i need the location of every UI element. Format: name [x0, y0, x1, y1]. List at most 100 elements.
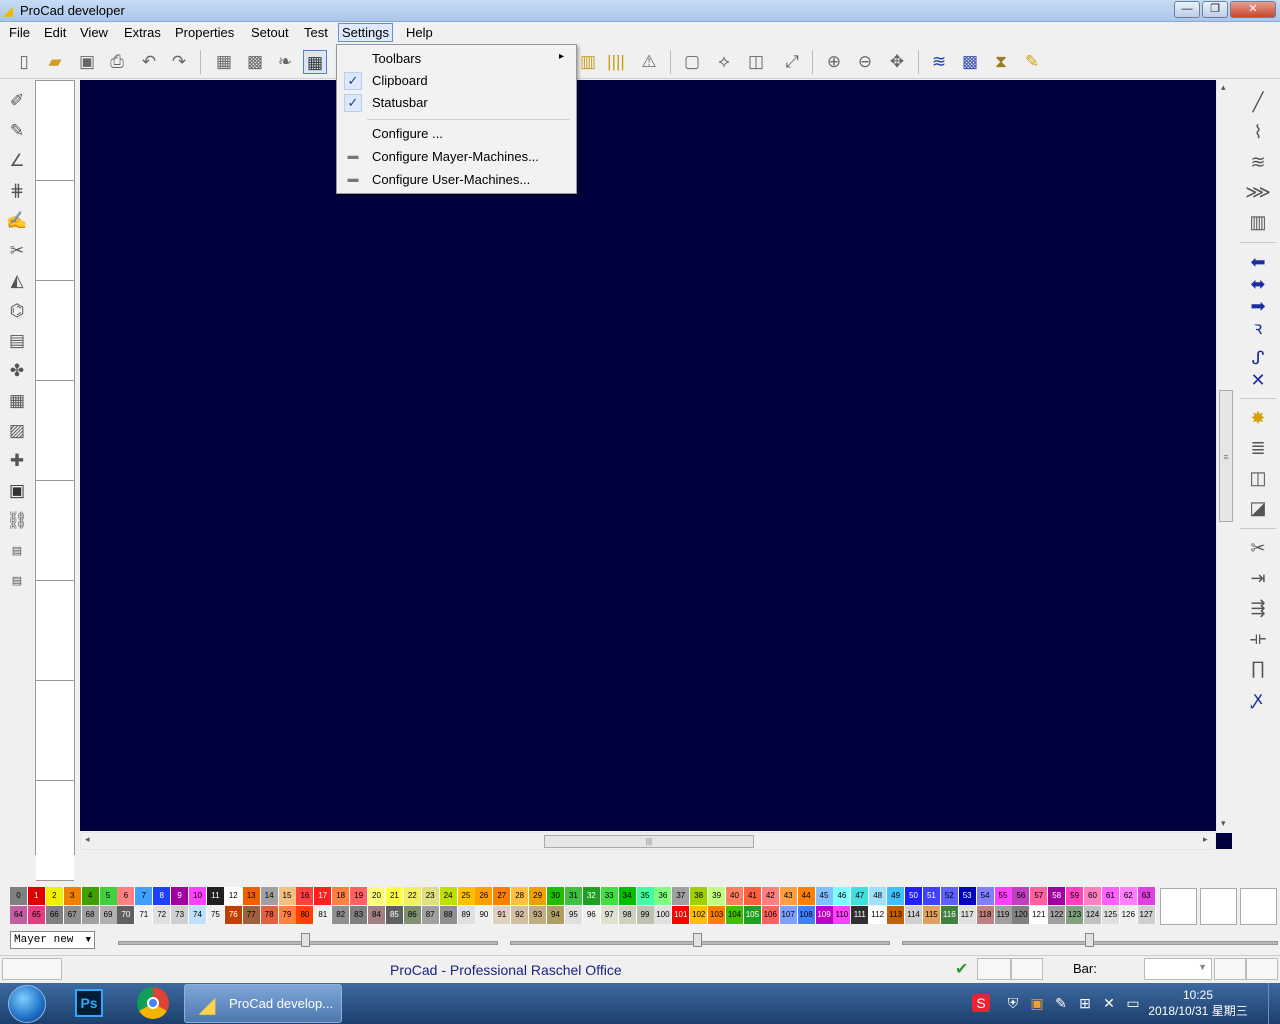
needle-icon[interactable]: ╱	[1244, 90, 1272, 114]
lapping-1-icon[interactable]: ⌇	[1244, 120, 1272, 144]
draw-fabric-icon[interactable]: ▦	[212, 50, 236, 74]
mirror-icon[interactable]: ⟛	[1244, 626, 1272, 650]
palette-color-3[interactable]: 3	[63, 887, 82, 905]
taskbar-procad-button[interactable]: ◢ ProCad develop...	[184, 984, 342, 1023]
save-icon[interactable]: ▣	[75, 50, 99, 74]
palette-color-51[interactable]: 51	[922, 887, 941, 905]
palette-color-30[interactable]: 30	[547, 887, 565, 905]
paint-tool-icon[interactable]: ✂	[4, 238, 30, 264]
palette-color-33[interactable]: 33	[600, 887, 619, 905]
menu-properties[interactable]: Properties	[172, 25, 237, 40]
lapping-3-icon[interactable]: ⋙	[1244, 180, 1272, 204]
arrow-both-icon[interactable]: ⬌	[1244, 272, 1272, 296]
lattice-tool-icon[interactable]: ⋕	[4, 178, 30, 204]
bar-select[interactable]: ▼	[1144, 958, 1212, 980]
menu-item-configure-user[interactable]: ▬ Configure User-Machines...	[339, 169, 574, 191]
palette-color-46[interactable]: 46	[833, 887, 852, 905]
repeat-icon[interactable]: ∏	[1244, 656, 1272, 680]
menu-extras[interactable]: Extras	[121, 25, 164, 40]
palette-color-62[interactable]: 62	[1119, 887, 1138, 905]
reverse-icon[interactable]: ꭙ	[1244, 686, 1272, 710]
vertical-scrollbar[interactable]: ▴ ≡ ▾	[1216, 80, 1234, 832]
palette-color-70[interactable]: 70	[117, 906, 136, 924]
palette-color-20[interactable]: 20	[368, 887, 386, 905]
palette-color-109[interactable]: 109	[815, 906, 834, 924]
palette-color-77[interactable]: 77	[242, 906, 261, 924]
grid-icon[interactable]: ▦	[303, 50, 327, 74]
cross-tool-icon[interactable]: ✚	[4, 448, 30, 474]
palette-color-75[interactable]: 75	[206, 906, 225, 924]
palette-color-74[interactable]: 74	[189, 906, 207, 924]
turn-icon[interactable]: ᔑ	[1244, 346, 1272, 370]
arrow-left-icon[interactable]: ⬅	[1244, 250, 1272, 274]
palette-color-7[interactable]: 7	[135, 887, 154, 905]
palette-color-108[interactable]: 108	[797, 906, 816, 924]
vertical-scroll-thumb[interactable]: ≡	[1219, 390, 1233, 522]
palette-color-67[interactable]: 67	[63, 906, 82, 924]
scroll-up-icon[interactable]: ▴	[1221, 82, 1226, 93]
palette-color-71[interactable]: 71	[135, 906, 154, 924]
yarn-icon[interactable]: ≋	[927, 50, 951, 74]
palette-color-63[interactable]: 63	[1137, 887, 1156, 905]
palette-color-91[interactable]: 91	[493, 906, 512, 924]
palette-color-64[interactable]: 64	[10, 906, 28, 924]
palette-color-80[interactable]: 80	[296, 906, 315, 924]
ime-icon[interactable]: S	[972, 994, 990, 1012]
chrome-icon[interactable]	[137, 987, 169, 1019]
palette-color-85[interactable]: 85	[385, 906, 404, 924]
block-tool-icon[interactable]: ▦	[4, 388, 30, 414]
palette-color-34[interactable]: 34	[618, 887, 637, 905]
chain-3-icon[interactable]: ◪	[1244, 496, 1272, 520]
palette-color-90[interactable]: 90	[475, 906, 494, 924]
palette-color-5[interactable]: 5	[99, 887, 118, 905]
palette-color-49[interactable]: 49	[887, 887, 906, 905]
mesh-tool-icon[interactable]: ▤	[4, 328, 30, 354]
palette-color-54[interactable]: 54	[976, 887, 995, 905]
palette-color-101[interactable]: 101	[672, 906, 691, 924]
frame-tool-icon[interactable]: ▣	[4, 478, 30, 504]
palette-color-43[interactable]: 43	[779, 887, 798, 905]
palette-color-89[interactable]: 89	[457, 906, 476, 924]
print-icon[interactable]: ⎙	[105, 50, 129, 74]
palette-color-17[interactable]: 17	[314, 887, 333, 905]
palette-color-32[interactable]: 32	[582, 887, 601, 905]
palette-color-84[interactable]: 84	[368, 906, 386, 924]
palette-color-24[interactable]: 24	[439, 887, 458, 905]
insert-1-icon[interactable]: ⇥	[1244, 566, 1272, 590]
crop-icon[interactable]: ◫	[744, 50, 768, 74]
palette-color-12[interactable]: 12	[224, 887, 243, 905]
pan-icon[interactable]: ✥	[885, 50, 909, 74]
palette-color-9[interactable]: 9	[171, 887, 190, 905]
select-shape-icon[interactable]: ⟡	[712, 50, 736, 74]
warning-icon[interactable]: ⚠	[637, 50, 661, 74]
palette-color-50[interactable]: 50	[905, 887, 923, 905]
select-rect-icon[interactable]: ▢	[680, 50, 704, 74]
palette-color-95[interactable]: 95	[564, 906, 583, 924]
layer-cell[interactable]	[36, 481, 74, 581]
line-tool-icon[interactable]: ∠	[4, 148, 30, 174]
fill-tool-icon[interactable]: ◭	[4, 268, 30, 294]
palette-color-57[interactable]: 57	[1030, 887, 1049, 905]
chain-tool-icon[interactable]: ⛓	[4, 508, 30, 534]
machine-select[interactable]: Mayer new ▼	[10, 931, 95, 949]
palette-color-11[interactable]: 11	[206, 887, 225, 905]
palette-color-106[interactable]: 106	[761, 906, 780, 924]
palette-color-6[interactable]: 6	[117, 887, 136, 905]
horizontal-scroll-thumb[interactable]: |||	[544, 835, 754, 848]
shield-icon[interactable]: ⛨	[1004, 994, 1022, 1012]
insert-2-icon[interactable]: ⇶	[1244, 596, 1272, 620]
palette-color-110[interactable]: 110	[833, 906, 852, 924]
palette-color-56[interactable]: 56	[1012, 887, 1031, 905]
pencil-tool-icon[interactable]: ✎	[4, 118, 30, 144]
barcode-icon[interactable]: ||||	[602, 50, 630, 74]
menu-view[interactable]: View	[77, 25, 111, 40]
palette-color-15[interactable]: 15	[278, 887, 297, 905]
lapping-4-icon[interactable]: ▥	[1244, 210, 1272, 234]
minimize-button[interactable]: —	[1174, 1, 1200, 18]
palette-color-112[interactable]: 112	[869, 906, 888, 924]
magic-icon[interactable]: ✸	[1244, 406, 1272, 430]
menu-settings[interactable]: Settings	[338, 23, 393, 42]
spool-icon[interactable]: ⧗	[989, 50, 1013, 74]
horizontal-scrollbar[interactable]: ◂ ||| ▸	[80, 832, 1216, 850]
redo-icon[interactable]: ↷	[167, 50, 191, 74]
